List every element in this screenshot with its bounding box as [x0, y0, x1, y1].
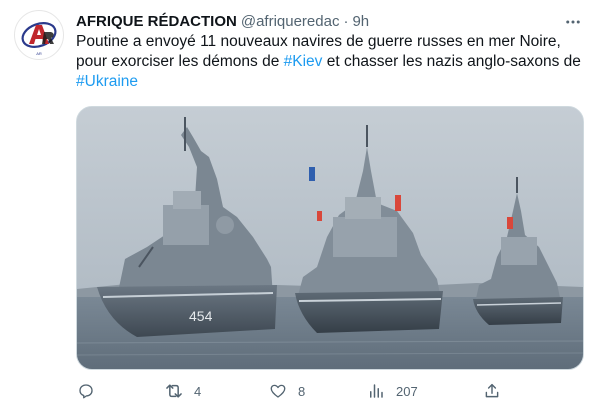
tweet-actions: 4 8 207 [66, 378, 506, 404]
views-button[interactable]: 207 [366, 378, 418, 404]
like-button[interactable]: 8 [268, 378, 305, 404]
tweet[interactable]: AR AFRIQUE RÉDACTION @afriqueredac · 9h Pou… [0, 0, 598, 412]
reply-button[interactable] [76, 378, 106, 404]
afrique-redaction-logo: AR [16, 12, 62, 58]
views-icon [366, 381, 386, 401]
retweet-icon [164, 381, 184, 401]
share-button[interactable] [482, 378, 512, 404]
like-count: 8 [298, 383, 306, 399]
more-icon [566, 20, 580, 24]
display-name[interactable]: AFRIQUE RÉDACTION [76, 13, 237, 30]
warships-photo: 454 [77, 107, 583, 369]
tweet-header: AFRIQUE RÉDACTION @afriqueredac · 9h [76, 12, 584, 34]
retweet-button[interactable]: 4 [164, 378, 201, 404]
reply-icon [76, 381, 96, 401]
share-icon [482, 381, 502, 401]
timestamp[interactable]: 9h [352, 13, 369, 30]
hashtag-ukraine[interactable]: #Ukraine [76, 73, 138, 90]
retweet-count: 4 [194, 383, 202, 399]
heart-icon [268, 381, 288, 401]
views-count: 207 [396, 383, 418, 399]
svg-text:AR: AR [36, 51, 42, 56]
tweet-photo[interactable]: 454 [76, 106, 584, 370]
more-options-button[interactable] [562, 12, 584, 32]
avatar[interactable]: AR [14, 10, 64, 60]
tweet-text-part2: et chasser les nazis anglo-saxons de [322, 53, 581, 70]
hull-number: 454 [189, 308, 213, 324]
tweet-text: Poutine a envoyé 11 nouveaux navires de … [76, 32, 586, 92]
user-handle[interactable]: @afriqueredac [241, 13, 340, 30]
hashtag-kiev[interactable]: #Kiev [284, 53, 323, 70]
separator-dot: · [343, 13, 349, 30]
